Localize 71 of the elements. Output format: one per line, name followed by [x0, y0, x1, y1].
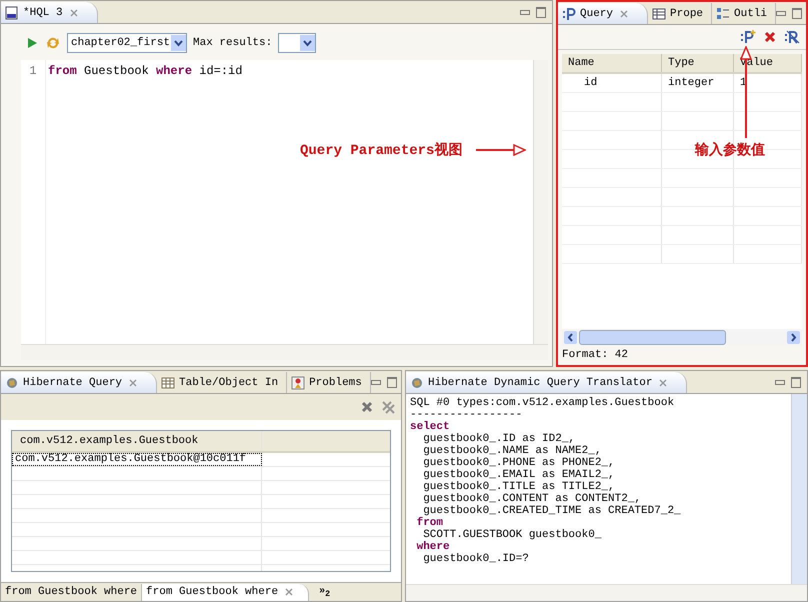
annotation-label: 输入参数值: [695, 141, 765, 159]
more-tabs-button[interactable]: »$_{2}$: [309, 586, 330, 598]
delete-icon[interactable]: [361, 401, 373, 413]
vertical-scrollbar[interactable]: [791, 394, 807, 584]
line-number: 1: [28, 63, 38, 79]
add-parameter-icon[interactable]: [740, 30, 756, 44]
view-tab[interactable]: Query: [558, 3, 648, 24]
maximize-icon[interactable]: [792, 8, 802, 19]
scroll-left-icon[interactable]: [564, 330, 577, 344]
maximize-icon[interactable]: [791, 377, 801, 388]
refresh-icon[interactable]: [45, 35, 61, 51]
editor-tab[interactable]: *HQL 3: [1, 2, 98, 23]
sql-line: guestbook0_.ID=?: [422, 553, 530, 565]
sql-line: SQL #0 types:com.v512.examples.Guestbook: [410, 397, 676, 409]
scroll-right-icon[interactable]: [787, 330, 800, 344]
sql-line: guestbook0_.NAME as NAME2_,: [422, 445, 602, 457]
remove-all-parameters-icon[interactable]: [784, 30, 800, 44]
view-tab[interactable]: Hibernate Dynamic Query Translator: [406, 372, 688, 393]
view-tab[interactable]: Hibernate Query: [1, 372, 158, 393]
sql-line: guestbook0_.TITLE as TITLE2_,: [422, 481, 616, 493]
configuration-dropdown[interactable]: chapter02_first: [67, 33, 187, 53]
document-icon: [5, 6, 19, 20]
hibernate-icon: [410, 376, 424, 390]
view-tab[interactable]: Table/Object In: [157, 372, 288, 393]
table-cell[interactable]: com.v512.examples.Guestbook@10c011f: [12, 453, 262, 466]
column-header[interactable]: Type: [662, 54, 734, 72]
sql-line: guestbook0_.ID as ID2_,: [422, 433, 576, 445]
delete-icon[interactable]: [764, 31, 776, 43]
view-tab[interactable]: Problems: [287, 372, 371, 393]
maximize-icon[interactable]: [536, 7, 546, 18]
sql-line: from: [416, 517, 444, 529]
hibernate-icon: [5, 376, 19, 390]
close-icon[interactable]: [619, 8, 630, 18]
max-results-label: Max results:: [193, 37, 272, 49]
maximize-icon[interactable]: [386, 377, 397, 388]
close-icon[interactable]: [658, 378, 668, 388]
close-icon[interactable]: [284, 587, 294, 597]
problems-icon: [291, 376, 306, 390]
result-tab[interactable]: from Guestbook where: [142, 584, 310, 600]
sql-line: SCOTT.GUESTBOOK guestbook0_: [422, 529, 602, 541]
minimize-icon[interactable]: [370, 380, 381, 385]
sql-line: where: [416, 541, 451, 553]
horizontal-scrollbar[interactable]: [562, 329, 802, 345]
code-line: from Guestbook where id=:id: [48, 63, 244, 79]
max-results-dropdown[interactable]: [278, 33, 316, 53]
view-tab[interactable]: Outli: [712, 3, 776, 24]
outline-icon: [716, 6, 730, 20]
minimize-icon[interactable]: [775, 380, 785, 385]
parameter-icon: [562, 6, 576, 20]
sql-line: select: [410, 421, 451, 433]
sql-line: guestbook0_.CONTENT as CONTENT2_,: [422, 493, 642, 505]
arrow-icon: [476, 144, 526, 156]
delete-all-icon[interactable]: [381, 400, 395, 414]
run-icon[interactable]: [25, 36, 39, 50]
table-cell: id: [562, 74, 662, 92]
status-text: Format: 42: [561, 348, 630, 363]
sql-line: guestbook0_.CREATED_TIME as CREATED7_2_: [423, 505, 682, 517]
view-tab[interactable]: Prope: [648, 3, 712, 24]
column-header[interactable]: Name: [562, 54, 662, 72]
table-icon: [161, 376, 176, 390]
sql-line: guestbook0_.EMAIL as EMAIL2_,: [422, 469, 616, 481]
table-icon: [652, 6, 666, 20]
sql-line: guestbook0_.PHONE as PHONE2_,: [422, 457, 616, 469]
table-cell[interactable]: 1: [734, 74, 802, 92]
table-cell: integer: [662, 74, 734, 92]
minimize-icon[interactable]: [520, 10, 530, 15]
close-icon[interactable]: [128, 378, 138, 388]
close-icon[interactable]: [68, 8, 79, 18]
sql-line: -----------------: [410, 409, 524, 421]
annotation-label: Query Parameters视图: [300, 141, 462, 159]
minimize-icon[interactable]: [776, 11, 786, 16]
